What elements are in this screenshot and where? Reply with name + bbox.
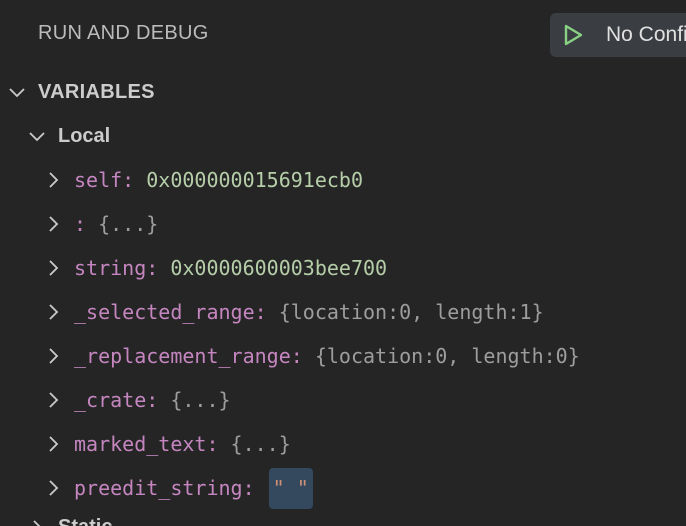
panel-title: RUN AND DEBUG [38,22,209,44]
variable-value: 0x000000015691ecb0 [146,168,364,192]
chevron-down-icon[interactable] [27,126,47,146]
variable-row-self[interactable]: self: 0x000000015691ecb0 [0,158,686,202]
chevron-right-icon[interactable] [43,478,63,498]
variable-value: {...} [98,212,159,236]
debug-header: RUN AND DEBUG No Configurations [0,0,686,70]
chevron-right-icon[interactable] [43,214,63,234]
chevron-right-icon[interactable] [27,518,47,526]
variable-value: {...} [230,432,291,456]
variable-row-preedit-string[interactable]: preedit_string: " " [0,466,686,510]
variable-name: marked_text [74,432,207,456]
variable-row-replacement-range[interactable]: _replacement_range: {location:0, length:… [0,334,686,378]
chevron-right-icon[interactable] [43,346,63,366]
variable-row-selected-range[interactable]: _selected_range: {location:0, length:1} [0,290,686,334]
chevron-right-icon[interactable] [43,390,63,410]
variable-value: 0x0000600003bee700 [170,256,388,280]
chevron-right-icon[interactable] [43,302,63,322]
scope-label: Local [58,125,111,147]
play-icon[interactable] [562,23,584,47]
variable-name: self [74,168,123,192]
variable-row-marked-text[interactable]: marked_text: {...} [0,422,686,466]
variable-name: _crate [74,388,147,412]
variable-name: _replacement_range [74,344,291,368]
run-configuration-label: No Configurations [606,23,686,46]
variable-name: string [74,256,147,280]
run-configuration-button[interactable]: No Configurations [550,13,686,57]
variable-row-unnamed[interactable]: : {...} [0,202,686,246]
variable-name: _selected_range [74,300,255,324]
variables-section-header[interactable]: VARIABLES [0,72,686,112]
variable-name: preedit_string [74,476,243,500]
variables-section-title: VARIABLES [38,81,155,103]
variable-row-crate[interactable]: _crate: {...} [0,378,686,422]
scope-label: Static [58,516,112,526]
variable-value: {location:0, length:1} [278,300,544,324]
chevron-down-icon[interactable] [7,82,27,102]
variable-value: {...} [170,388,231,412]
scope-local[interactable]: Local [0,116,686,156]
chevron-right-icon[interactable] [43,434,63,454]
chevron-right-icon[interactable] [43,170,63,190]
variable-list: self: 0x000000015691ecb0 : {...} string:… [0,158,686,510]
scope-static[interactable]: Static [0,510,686,526]
variable-row-string[interactable]: string: 0x0000600003bee700 [0,246,686,290]
chevron-right-icon[interactable] [43,258,63,278]
variable-value-highlighted: " " [268,468,313,509]
variable-value: {location:0, length:0} [314,344,580,368]
